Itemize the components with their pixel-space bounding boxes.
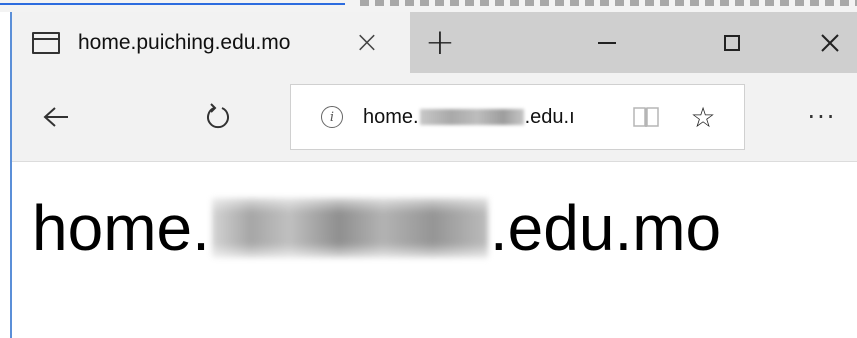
- redacted-heading-segment: [211, 198, 488, 258]
- tab-title: home.puiching.edu.mo: [78, 30, 291, 54]
- url-prefix: home.: [363, 105, 419, 128]
- refresh-button[interactable]: [188, 73, 248, 161]
- back-arrow-icon: [43, 107, 68, 127]
- maximize-icon: [724, 34, 740, 51]
- minimize-icon: [598, 41, 616, 44]
- page-content: home. .edu.mo: [12, 162, 857, 338]
- plus-icon: +: [424, 22, 456, 63]
- new-tab-button[interactable]: +: [412, 12, 468, 73]
- address-bar[interactable]: i home. .edu.ı ☆: [290, 84, 745, 150]
- browser-window: home.puiching.edu.mo × + i home. .edu.ı …: [10, 12, 857, 338]
- background-link-fragment: [0, 0, 345, 5]
- tab-close-button[interactable]: ×: [342, 12, 392, 73]
- window-close-button[interactable]: [800, 12, 857, 73]
- reading-view-button[interactable]: [626, 85, 666, 149]
- site-info-icon[interactable]: i: [321, 106, 343, 128]
- navigation-toolbar: i home. .edu.ı ☆ ···: [12, 73, 857, 162]
- more-menu-button[interactable]: ···: [797, 73, 847, 161]
- page-heading: home. .edu.mo: [32, 188, 721, 268]
- redacted-url-segment: [419, 109, 524, 125]
- back-button[interactable]: [26, 73, 86, 161]
- tab-bar: home.puiching.edu.mo × +: [12, 12, 857, 73]
- heading-suffix: .edu.mo: [489, 192, 722, 264]
- minimize-button[interactable]: [577, 12, 637, 73]
- close-tab-icon: ×: [354, 25, 380, 60]
- url-text[interactable]: home. .edu.ı: [363, 106, 575, 129]
- favorite-button[interactable]: ☆: [683, 85, 723, 149]
- heading-prefix: home.: [32, 192, 210, 264]
- star-icon: ☆: [690, 100, 716, 134]
- refresh-icon: [207, 103, 229, 129]
- close-icon: [821, 33, 839, 52]
- background-text-fragment: [360, 0, 857, 6]
- maximize-button[interactable]: [702, 12, 762, 73]
- more-icon: ···: [807, 103, 837, 131]
- url-suffix: .edu.ı: [524, 105, 575, 128]
- page-icon: [32, 31, 60, 54]
- book-icon: [633, 107, 659, 127]
- screenshot-frame: home.puiching.edu.mo × + i home. .edu.ı …: [0, 0, 857, 338]
- background-page-strip: [0, 0, 857, 12]
